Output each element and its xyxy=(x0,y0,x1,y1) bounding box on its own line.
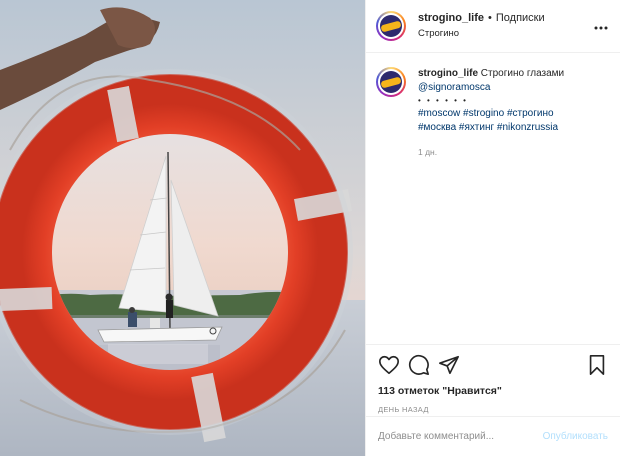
post-date: ДЕНЬ НАЗАД xyxy=(378,405,429,414)
publish-button[interactable]: Опубликовать xyxy=(543,431,608,442)
caption-dots: • • • • • • xyxy=(418,96,468,105)
post-actions: 113 отметок "Нравится" ДЕНЬ НАЗАД Опубли… xyxy=(366,344,620,456)
header-text: strogino_life • Подписки Строгино xyxy=(418,11,545,41)
comment-icon[interactable] xyxy=(408,354,430,376)
mention-link[interactable]: @signoramosca xyxy=(418,82,490,93)
share-icon[interactable] xyxy=(438,354,460,376)
heart-icon[interactable] xyxy=(378,354,400,376)
header-separator: • xyxy=(488,12,492,24)
header-username[interactable]: strogino_life xyxy=(418,12,484,24)
instagram-post: strogino_life • Подписки Строгино strogino… xyxy=(0,0,620,456)
hashtag-link[interactable]: #строгино xyxy=(507,108,554,119)
likes-count[interactable]: 113 отметок "Нравится" xyxy=(378,385,608,397)
location-link[interactable]: Строгино xyxy=(418,27,545,41)
caption-time: 1 дн. xyxy=(418,147,438,157)
caption-text: strogino_life Строгино глазами @signoram… xyxy=(418,67,564,344)
hashtag-link[interactable]: #moscow xyxy=(418,108,460,119)
hashtag-link[interactable]: #москва xyxy=(418,122,456,133)
more-horizontal-icon[interactable] xyxy=(594,20,608,30)
post-sidebar: strogino_life • Подписки Строгино strogino… xyxy=(365,0,620,456)
follow-button[interactable]: Подписки xyxy=(496,12,545,24)
photo-lifebuoy-sailboat xyxy=(0,0,365,456)
comment-form: Опубликовать xyxy=(366,416,620,456)
hashtag-link[interactable]: #яхтинг xyxy=(459,122,494,133)
caption-avatar[interactable] xyxy=(376,67,406,97)
hashtag-link[interactable]: #strogino xyxy=(463,108,504,119)
post-photo[interactable] xyxy=(0,0,365,456)
caption: strogino_life Строгино глазами @signoram… xyxy=(366,53,620,344)
bookmark-icon[interactable] xyxy=(586,354,608,376)
caption-username[interactable]: strogino_life xyxy=(418,68,478,79)
comment-input[interactable] xyxy=(378,431,543,442)
caption-body: Строгино глазами xyxy=(480,68,565,79)
avatar[interactable] xyxy=(376,11,406,41)
post-header: strogino_life • Подписки Строгино xyxy=(366,0,620,53)
hashtag-link[interactable]: #nikonzrussia xyxy=(497,122,558,133)
action-icons xyxy=(378,353,608,377)
